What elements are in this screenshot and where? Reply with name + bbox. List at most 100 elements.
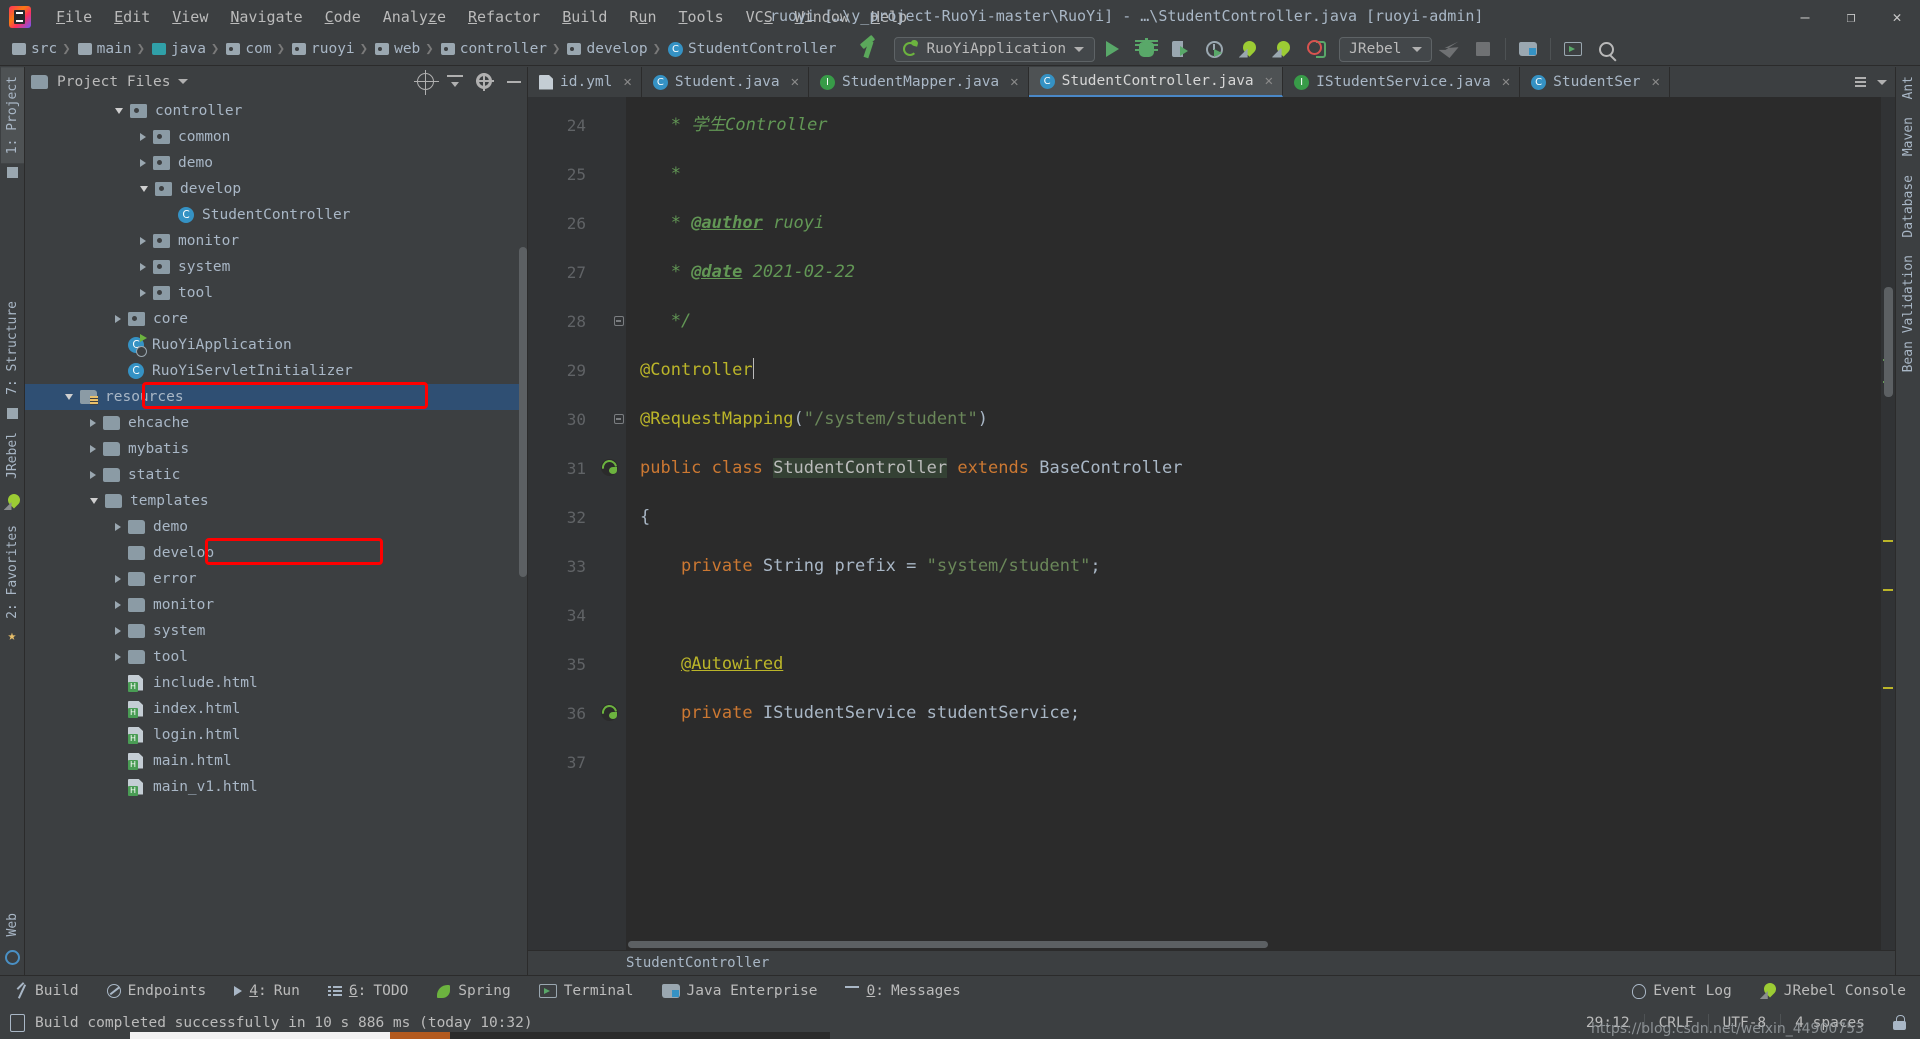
tree-node-static[interactable]: static (25, 462, 527, 488)
editor-vertical-scrollbar[interactable] (1884, 287, 1893, 397)
stop-square-button[interactable] (1466, 35, 1500, 63)
project-view-selector[interactable]: Project Files (57, 74, 171, 90)
code-line[interactable]: @Autowired (626, 640, 1895, 689)
tree-node-system[interactable]: system (25, 254, 527, 280)
menu-run[interactable]: Run (618, 4, 667, 30)
menu-code[interactable]: Code (314, 4, 372, 30)
breadcrumb-item-controller[interactable]: controller (435, 38, 551, 60)
tree-node-monitor[interactable]: monitor (25, 592, 527, 618)
close-tab-icon[interactable]: ✕ (623, 74, 631, 90)
tree-node-login-html[interactable]: Hlogin.html (25, 722, 527, 748)
tree-node-resources[interactable]: resources (25, 384, 527, 410)
search-everywhere-button[interactable] (1590, 35, 1624, 63)
editor-tab-id-yml[interactable]: id.yml ✕ (528, 67, 642, 97)
bottom-tab-todo[interactable]: 6: TODO (314, 976, 422, 1007)
hide-panel-button[interactable] (507, 80, 521, 83)
editor-horizontal-scrollbar-track[interactable] (626, 939, 1881, 950)
tool-window-tab-beanvalidation[interactable]: Bean Validation (1897, 246, 1920, 381)
menu-refactor[interactable]: Refactor (457, 4, 551, 30)
chevron-right-icon[interactable] (140, 289, 146, 297)
tool-window-tab-database[interactable]: Database (1897, 166, 1920, 247)
code-line[interactable]: * (626, 150, 1895, 199)
code-editor[interactable]: 24 25 26 27 28 29 30 31 32 33 34 35 36 37 * 学生Control… (528, 97, 1895, 950)
tree-node-main-html[interactable]: Hmain.html (25, 748, 527, 774)
breadcrumb-item-com[interactable]: com (220, 38, 275, 60)
tree-node-tool[interactable]: tool (25, 644, 527, 670)
build-project-button[interactable] (854, 35, 888, 63)
tool-window-tab-web[interactable]: Web (1, 904, 24, 945)
tool-window-tab-ant[interactable]: Ant (1897, 67, 1920, 108)
tree-node-studentcontroller[interactable]: C StudentController (25, 202, 527, 228)
run-button[interactable] (1095, 35, 1129, 63)
tree-node-templates[interactable]: templates (25, 488, 527, 514)
tree-node-develop[interactable]: develop (25, 176, 527, 202)
chevron-down-icon[interactable] (177, 79, 188, 84)
spring-bean-gutter-icon[interactable] (601, 704, 618, 721)
tree-node-error[interactable]: error (25, 566, 527, 592)
tree-node-ruoyiservletinitializer[interactable]: C RuoYiServletInitializer (25, 358, 527, 384)
chevron-right-icon[interactable] (115, 601, 121, 609)
chevron-down-icon[interactable] (65, 394, 73, 400)
tree-node-main-v1-html[interactable]: Hmain_v1.html (25, 774, 527, 800)
tree-node-demo[interactable]: demo (25, 150, 527, 176)
minimize-button[interactable]: — (1782, 0, 1828, 33)
terminal-button[interactable] (1556, 35, 1590, 63)
close-tab-icon[interactable]: ✕ (1502, 74, 1510, 90)
close-button[interactable]: ✕ (1874, 0, 1920, 33)
code-line[interactable]: */ (626, 297, 1895, 346)
menu-analyze[interactable]: Analyze (372, 4, 457, 30)
code-line[interactable] (626, 738, 1895, 787)
editor-tab-student-java[interactable]: C Student.java ✕ (642, 67, 810, 97)
chevron-right-icon[interactable] (140, 159, 146, 167)
tool-window-tab-maven[interactable]: Maven (1897, 108, 1920, 165)
breadcrumb-item-src[interactable]: src (6, 38, 61, 60)
tool-window-tab-favorites[interactable]: 2: Favorites (1, 516, 24, 628)
chevron-right-icon[interactable] (140, 237, 146, 245)
jrebel-run-button[interactable] (1231, 35, 1265, 63)
code-line[interactable]: * @author ruoyi (626, 199, 1895, 248)
menu-edit[interactable]: Edit (103, 4, 161, 30)
bottom-tab-endpoints[interactable]: Endpoints (93, 976, 221, 1007)
run-with-coverage-button[interactable] (1163, 35, 1197, 63)
stop-button[interactable] (1299, 35, 1333, 63)
breadcrumb-item-studentcontroller[interactable]: C StudentController (662, 38, 840, 60)
code-line[interactable]: private String prefix = "system/student"… (626, 542, 1895, 591)
menu-view[interactable]: View (161, 4, 219, 30)
menu-file[interactable]: File (45, 4, 103, 30)
tool-window-tab-project[interactable]: 1: Project (0, 67, 24, 164)
bottom-tab-event-log[interactable]: Event Log (1618, 976, 1746, 1007)
debug-button[interactable] (1129, 35, 1163, 63)
bottom-tab-build[interactable]: Build (0, 976, 93, 1007)
bottom-tab-java-enterprise[interactable]: Java Enterprise (648, 976, 832, 1007)
chevron-down-icon[interactable] (1877, 79, 1887, 85)
editor-tab-studentmapper-java[interactable]: I StudentMapper.java ✕ (809, 67, 1029, 97)
tree-node-monitor[interactable]: monitor (25, 228, 527, 254)
chevron-right-icon[interactable] (115, 627, 121, 635)
tree-node-index-html[interactable]: Hindex.html (25, 696, 527, 722)
bottom-tab-spring[interactable]: Spring (422, 976, 524, 1007)
chevron-right-icon[interactable] (90, 445, 96, 453)
bottom-tab-run[interactable]: 4: Run (220, 976, 314, 1007)
close-tab-icon[interactable]: ✕ (791, 74, 799, 90)
project-structure-button[interactable] (1511, 35, 1545, 63)
maximize-button[interactable]: ❐ (1828, 0, 1874, 33)
editor-horizontal-scrollbar[interactable] (628, 941, 1268, 948)
chevron-down-icon[interactable] (140, 186, 148, 192)
code-line[interactable]: * 学生Controller (626, 101, 1895, 150)
tree-node-controller[interactable]: controller (25, 98, 527, 124)
editor-tab-studentser[interactable]: C StudentSer ✕ (1520, 67, 1670, 97)
tree-node-include-html[interactable]: Hinclude.html (25, 670, 527, 696)
editor-breadcrumb[interactable]: StudentController (528, 950, 1895, 975)
code-line[interactable]: @RequestMapping("/system/student") (626, 395, 1895, 444)
code-line[interactable]: private IStudentService studentService; (626, 689, 1895, 738)
close-tab-icon[interactable]: ✕ (1651, 74, 1659, 90)
jrebel-debug-button[interactable] (1265, 35, 1299, 63)
tree-node-tool[interactable]: tool (25, 280, 527, 306)
code-line[interactable]: { (626, 493, 1895, 542)
chevron-down-icon[interactable] (115, 108, 123, 114)
chevron-right-icon[interactable] (90, 419, 96, 427)
code-content[interactable]: * 学生Controller * * @author ruoyi * @date… (626, 97, 1895, 950)
spring-bean-gutter-icon[interactable] (601, 459, 618, 476)
profile-button[interactable] (1197, 35, 1231, 63)
editor-tab-istudentservice-java[interactable]: I IStudentService.java ✕ (1283, 67, 1521, 97)
